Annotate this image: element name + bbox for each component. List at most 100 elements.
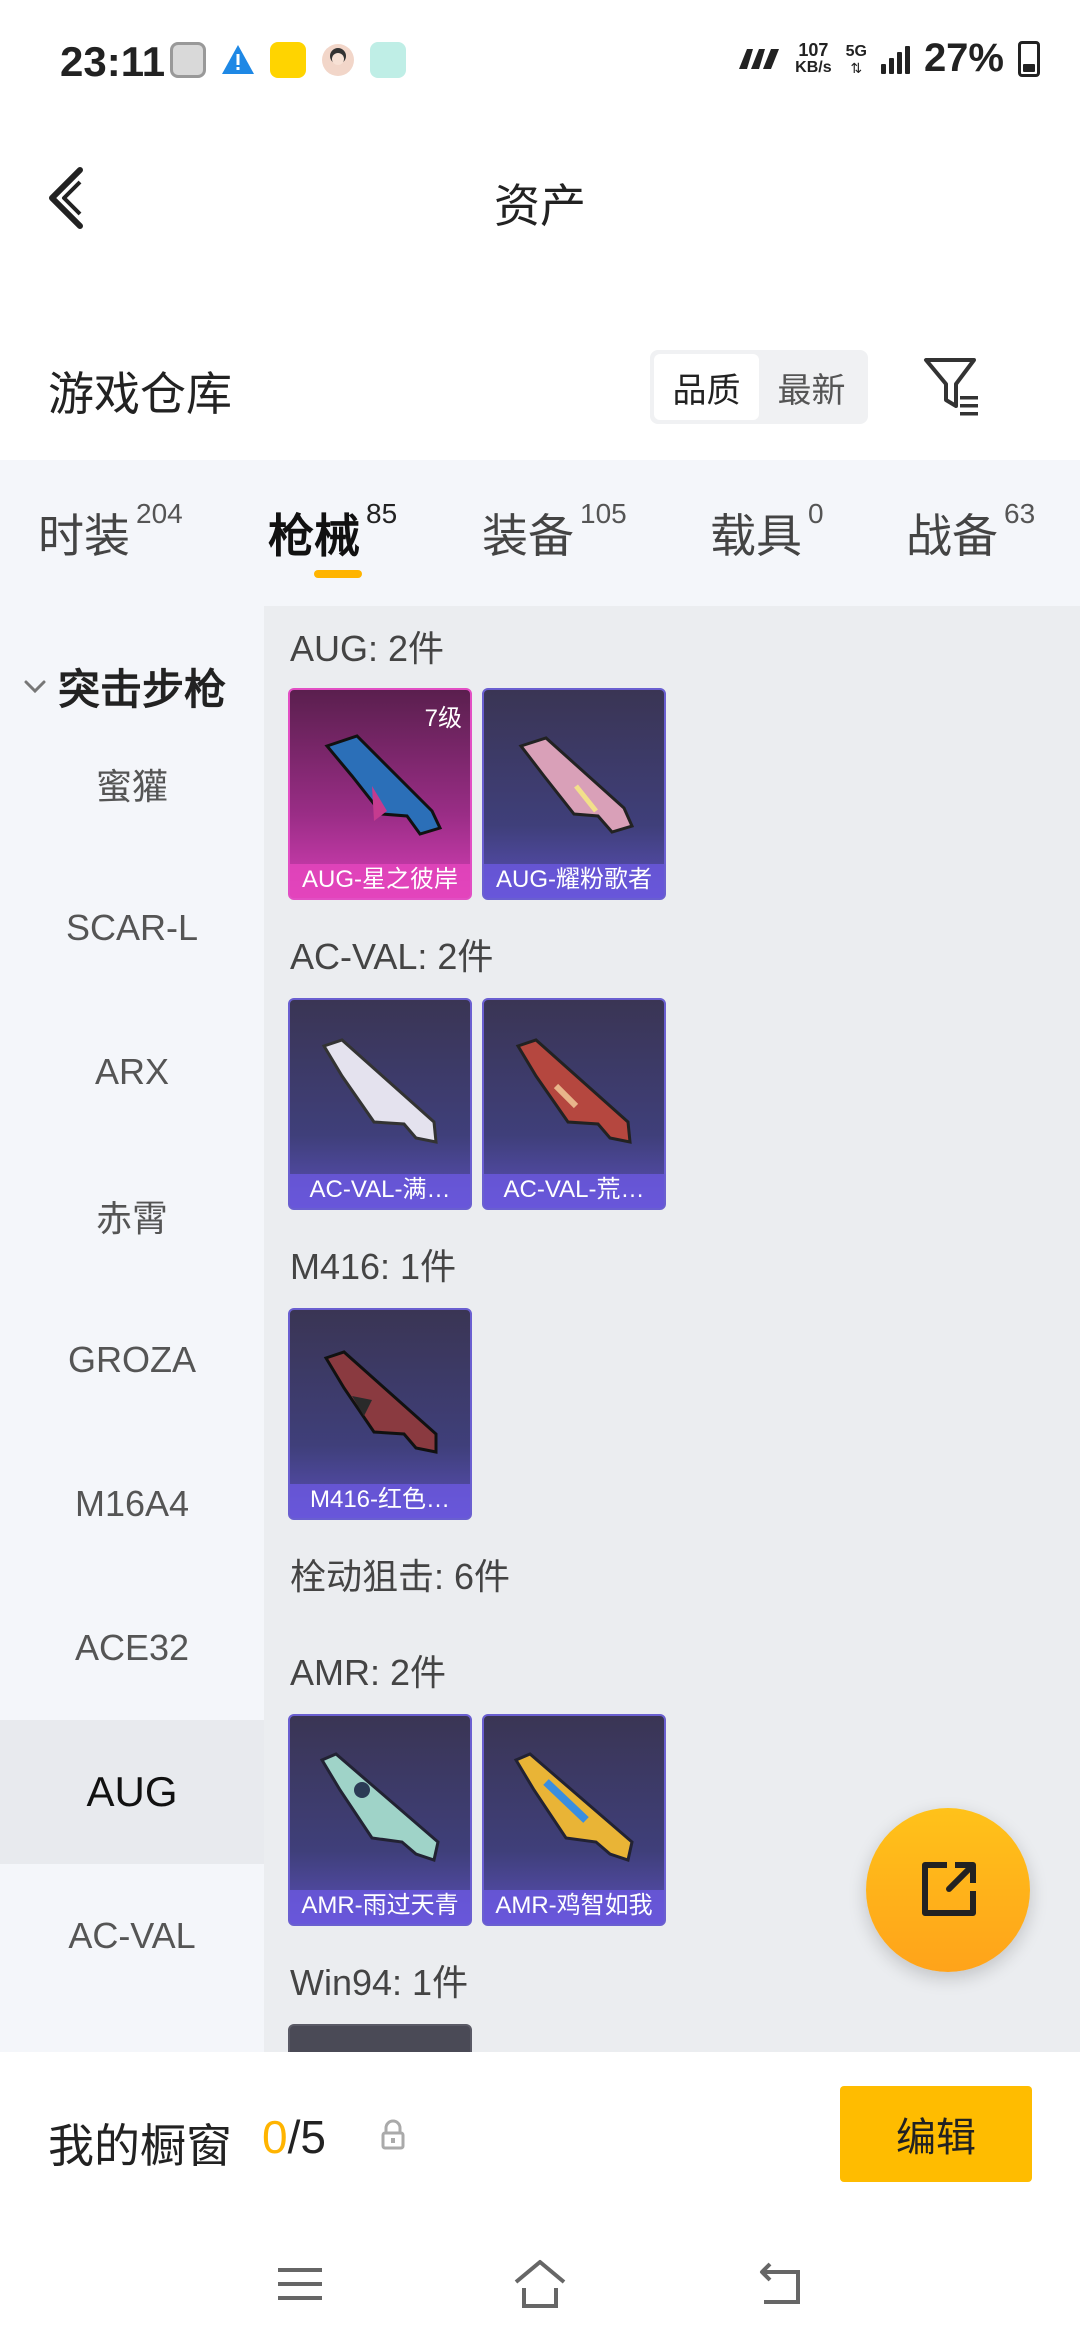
showcase-current: 0 [262,2111,288,2163]
menu-icon [278,2268,322,2300]
sidebar-item-ace32[interactable]: ACE32 [0,1576,264,1720]
edit-showcase-button[interactable]: 编辑 [840,2086,1032,2182]
avatar-notification-icon [322,44,354,76]
weapon-name: AMR-雨过天青 [301,1892,459,1919]
chevron-down-icon [24,680,46,693]
sort-quality-option[interactable]: 品质 [654,354,759,420]
weapon-card[interactable]: AMR-鸡智如我 [482,1714,666,1926]
data-arrows-icon: ⇅ [850,59,863,76]
weapon-sidebar: 突击步枪 蜜獾 SCAR-L ARX 赤霄 GROZA M16A4 ACE32 … [0,606,264,2052]
weapon-card[interactable]: AUG-耀粉歌者 [482,688,666,900]
tab-vehicles[interactable]: 载具 0 [710,498,824,566]
sidebar-item-arx[interactable]: ARX [0,1000,264,1144]
sort-toggle: 品质 最新 [650,350,868,424]
tab-battle-prep[interactable]: 战备 63 [906,498,1036,566]
weapon-card[interactable]: AMR-雨过天青 [288,1714,472,1926]
message-notification-icon [370,42,406,78]
tab-count: 85 [366,498,398,529]
back-nav-icon [760,2262,800,2304]
app-notification-icon [270,42,306,78]
weapon-card[interactable]: 7级 AUG-星之彼岸 [288,688,472,900]
tab-count: 0 [808,498,824,529]
network-indicator: 5G ⇅ [846,43,867,75]
weapon-name: AC-VAL-满… [309,1176,451,1203]
weapon-skin-image [319,1752,440,1862]
filter-icon [924,358,978,416]
weapon-skin-image [323,1350,438,1454]
weapon-name: AUG-耀粉歌者 [496,866,652,893]
home-nav-button[interactable] [510,2254,570,2314]
page-title: 资产 [494,180,586,232]
showcase-total: /5 [287,2111,326,2163]
weapon-skin-image [515,1038,632,1144]
sidebar-item-honey-badger[interactable]: 蜜獾 [0,712,264,856]
tab-count: 204 [136,498,183,529]
weapon-name: AUG-星之彼岸 [302,866,458,893]
group-title-m416: M416: 1件 [290,1246,457,1287]
sidebar-item-scar-l[interactable]: SCAR-L [0,856,264,1000]
hd-icon [739,48,780,69]
battery-percent: 27% [923,36,1004,80]
app-root: 23:11 107 KB/s 5G ⇅ 27% 资产 游戏仓库 品质 最新 时装… [0,0,1080,2344]
tab-label: 枪械 [268,510,360,562]
tab-equipment[interactable]: 装备 105 [482,498,627,566]
weapon-name: AC-VAL-荒… [503,1176,645,1203]
system-navigation-bar [0,2224,1080,2344]
back-nav-button[interactable] [750,2254,810,2314]
section-title-bolt-sniper[interactable]: 栓动狙击: 6件 [290,1548,510,1600]
weapon-skin-image [513,1752,634,1862]
notification-icons [170,42,406,78]
weapon-skin-image [324,734,443,836]
weapon-name: AMR-鸡智如我 [495,1892,653,1919]
sort-newest-option[interactable]: 最新 [759,354,864,420]
group-title-aug: AUG: 2件 [290,628,445,669]
showcase-count: 0/5 [262,2110,326,2164]
status-right: 107 KB/s 5G ⇅ 27% [737,36,1040,81]
showcase-title: 我的橱窗 [48,2120,232,2172]
weapon-card[interactable]: M416-红色… [288,1308,472,1520]
group-title-amr: AMR: 2件 [290,1652,447,1693]
tab-label: 载具 [710,510,802,562]
external-share-icon [922,1862,976,1916]
tab-count: 105 [580,498,627,529]
net-speed-unit: KB/s [795,58,832,76]
weapon-skin-image [518,736,635,834]
group-title-ac-val: AC-VAL: 2件 [290,936,494,977]
tab-count: 63 [1004,498,1036,529]
status-bar: 23:11 107 KB/s 5G ⇅ 27% [0,0,1080,120]
filter-button[interactable] [918,352,988,422]
weapon-card[interactable]: AC-VAL-满… [288,998,472,1210]
battery-icon [1018,40,1040,77]
net-speed: 107 KB/s [795,41,831,77]
weapon-level-badge: 7级 [424,705,462,732]
lock-icon [381,2119,405,2150]
sidebar-item-groza[interactable]: GROZA [0,1288,264,1432]
sidebar-category-label: 突击步枪 [58,666,227,713]
sidebar-category-assault-rifle[interactable]: 突击步枪 [20,656,226,717]
weapon-name: M416-红色… [309,1486,451,1513]
tab-label: 战备 [906,510,998,562]
sidebar-item-m16a4[interactable]: M16A4 [0,1432,264,1576]
signal-icon [880,44,910,74]
active-tab-indicator [314,570,362,578]
weapon-skin-image [321,1038,438,1144]
sidebar-item-aug[interactable]: AUG [0,1720,264,1864]
weapon-card-partial[interactable] [288,2024,472,2052]
tab-guns[interactable]: 枪械 85 [268,498,398,566]
sidebar-item-chixiao[interactable]: 赤霄 [0,1144,264,1288]
status-time: 23:11 [60,38,166,85]
warning-notification-icon [222,45,254,74]
share-fab[interactable] [866,1808,1030,1972]
tab-fashion[interactable]: 时装 204 [38,498,183,566]
net-speed-value: 107 [798,39,829,60]
app-header: 资产 [0,120,1080,280]
home-icon [514,2260,566,2308]
sidebar-item-ac-val[interactable]: AC-VAL [0,1864,264,2008]
tab-label: 时装 [38,510,130,562]
settings-notification-icon [170,42,206,78]
weapon-card[interactable]: AC-VAL-荒… [482,998,666,1210]
group-title-win94: Win94: 1件 [290,1962,469,2003]
showcase-bar: 我的橱窗 0/5 编辑 [0,2052,1080,2224]
menu-nav-button[interactable] [270,2254,330,2314]
tab-label: 装备 [482,510,574,562]
